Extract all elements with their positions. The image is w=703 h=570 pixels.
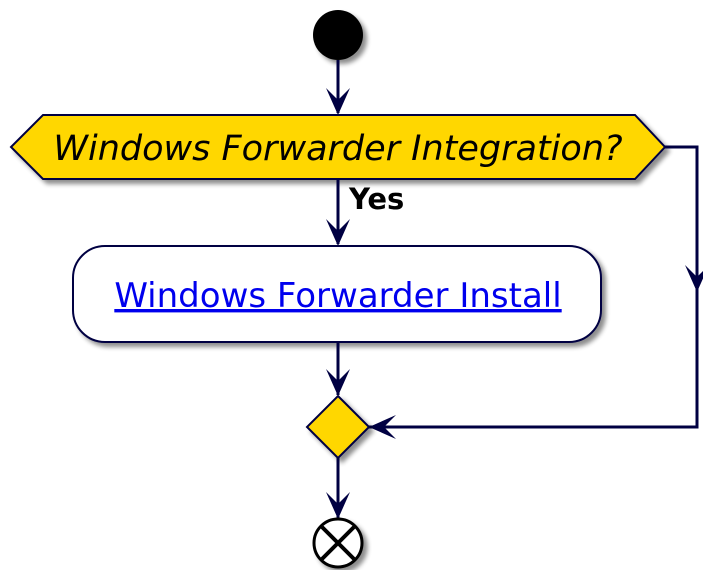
arrow-head — [685, 265, 703, 292]
decision-question: Windows Forwarder Integration? — [53, 129, 622, 169]
end-node — [312, 517, 364, 569]
merge-node — [305, 394, 371, 460]
activity-diagram: Windows Forwarder Integration? Yes Windo… — [9, 10, 703, 569]
yes-branch-label: Yes — [348, 182, 404, 216]
windows-forwarder-install-link[interactable]: Windows Forwarder Install — [114, 276, 561, 316]
start-node — [313, 10, 363, 60]
